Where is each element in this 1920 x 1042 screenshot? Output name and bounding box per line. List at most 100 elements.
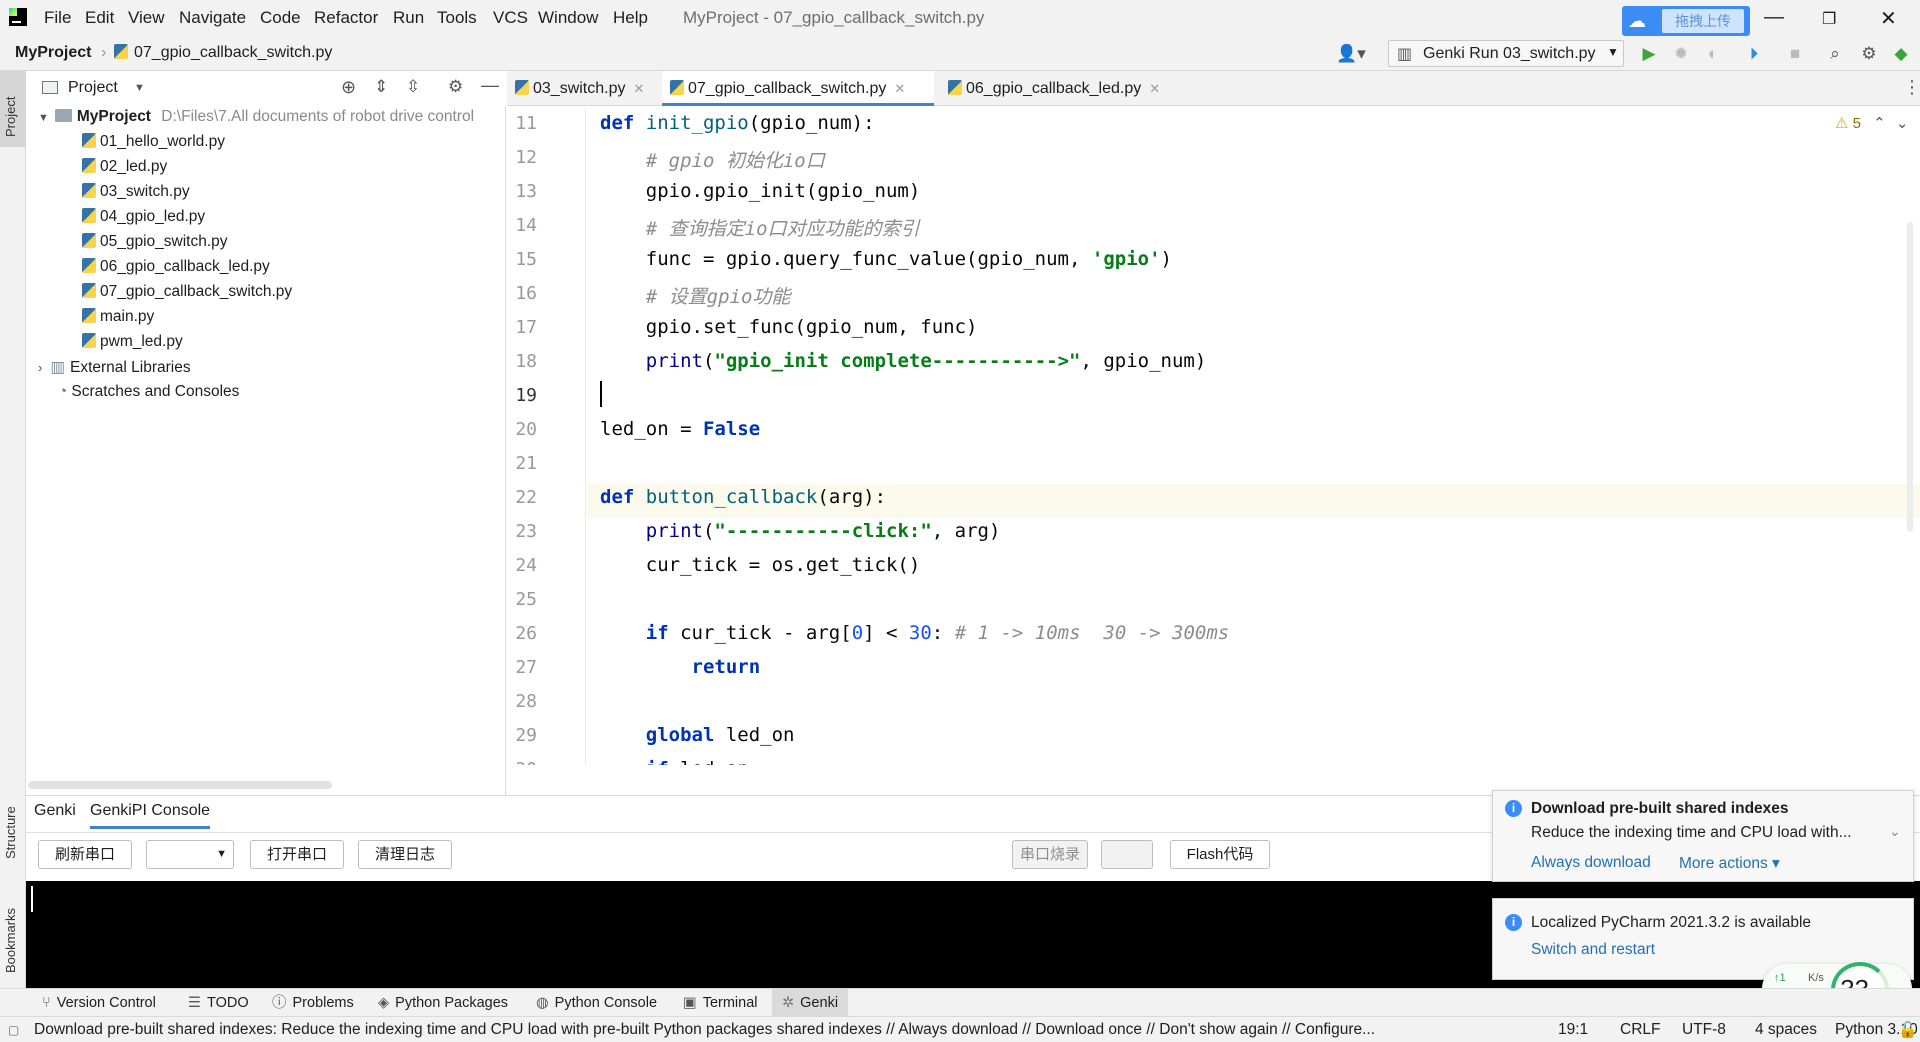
horizontal-scrollbar[interactable] <box>28 781 332 789</box>
vertical-scrollbar[interactable] <box>1907 222 1913 532</box>
more-tabs-icon[interactable]: ⋮ <box>1903 77 1920 98</box>
breadcrumb-project[interactable]: MyProject <box>15 44 91 62</box>
chevron-right-icon: › <box>38 360 43 375</box>
toggle-tool-windows-icon[interactable]: ▢ <box>8 1023 19 1037</box>
indent-setting[interactable]: 4 spaces <box>1755 1021 1817 1039</box>
gear-icon[interactable]: ⚙ <box>448 77 463 97</box>
close-tab-icon[interactable]: ✕ <box>1149 81 1160 96</box>
tree-file[interactable]: 06_gpio_callback_led.py <box>82 258 270 276</box>
flash-code-button[interactable]: Flash代码 <box>1170 840 1270 869</box>
tab-07-gpio-callback-switch[interactable]: 07_gpio_callback_switch.py ✕ <box>662 71 934 106</box>
expand-all-icon[interactable]: ⇕ <box>374 77 388 97</box>
warnings-indicator[interactable]: ⚠ 5 ⌃ ⌄ <box>1835 114 1908 132</box>
chevron-down-icon[interactable]: ▼ <box>134 82 145 94</box>
tool-problems[interactable]: ⓘ Problems <box>272 989 354 1017</box>
profile-icon[interactable]: ⏵ <box>1745 45 1763 63</box>
tree-file[interactable]: 02_led.py <box>82 158 167 176</box>
chevron-down-icon[interactable]: ⌄ <box>1896 115 1909 132</box>
caret-position[interactable]: 19:1 <box>1558 1021 1588 1039</box>
bookmarks-stripe-label[interactable]: Bookmarks <box>3 883 23 973</box>
user-icon[interactable]: 👤▾ <box>1336 45 1366 63</box>
run-config-icon: ▥ <box>1397 46 1413 63</box>
menu-tools[interactable]: Tools <box>437 8 477 28</box>
serial-burn-button[interactable]: 串口烧录 <box>1012 840 1088 869</box>
tree-file[interactable]: 03_switch.py <box>82 183 190 201</box>
breadcrumb-file[interactable]: 07_gpio_callback_switch.py <box>134 44 332 62</box>
upload-label: 拖拽上传 <box>1662 9 1744 33</box>
clear-log-button[interactable]: 清理日志 <box>358 840 452 869</box>
structure-stripe-label[interactable]: Structure <box>3 779 23 859</box>
always-download-link[interactable]: Always download <box>1531 854 1651 872</box>
menu-code[interactable]: Code <box>260 8 301 28</box>
file-encoding[interactable]: UTF-8 <box>1682 1021 1726 1039</box>
close-window-icon[interactable]: ✕ <box>1880 6 1897 31</box>
tab-03-switch[interactable]: 03_switch.py ✕ <box>507 71 657 106</box>
open-serial-button[interactable]: 打开串口 <box>250 840 344 869</box>
collapse-all-icon[interactable]: ⇳ <box>406 77 420 97</box>
line-number: 20 <box>515 419 537 440</box>
menu-window[interactable]: Window <box>538 8 598 28</box>
switch-and-restart-link[interactable]: Switch and restart <box>1531 941 1655 959</box>
serial-port-select[interactable]: ▼ <box>146 840 234 869</box>
line-separator[interactable]: CRLF <box>1620 1021 1660 1039</box>
tool-python-console[interactable]: ◍ Python Console <box>536 989 657 1017</box>
status-message[interactable]: Download pre-built shared indexes: Reduc… <box>34 1021 1464 1039</box>
settings-icon[interactable]: ⚙ <box>1860 45 1878 63</box>
tab-genki[interactable]: Genki <box>34 802 76 820</box>
plugin-icon[interactable]: ◆ <box>1892 45 1910 63</box>
tool-todo[interactable]: ☰ TODO <box>188 989 249 1017</box>
search-icon[interactable]: ⌕ <box>1826 45 1844 63</box>
expand-notification-icon[interactable]: ⌄ <box>1889 823 1901 840</box>
tree-file[interactable]: 05_gpio_switch.py <box>82 233 228 251</box>
stop-icon[interactable]: ■ <box>1786 45 1804 63</box>
tree-file[interactable]: pwm_led.py <box>82 333 183 351</box>
run-configuration-dropdown[interactable]: ▥ Genki Run 03_switch.py ▼ <box>1388 40 1624 67</box>
chevron-up-icon[interactable]: ⌃ <box>1873 115 1886 132</box>
tab-genkipi-console[interactable]: GenkiPI Console <box>90 802 211 829</box>
more-actions-link[interactable]: More actions ▾ <box>1679 854 1780 873</box>
terminal-icon: ▣ <box>683 995 697 1011</box>
lock-icon[interactable]: 🔓 <box>1898 1021 1917 1040</box>
code-line: if cur_tick - arg[0] < 30: # 1 -> 10ms 3… <box>645 622 1230 644</box>
menu-vcs[interactable]: VCS <box>493 8 528 28</box>
project-stripe-label: Project <box>3 96 18 137</box>
upload-button[interactable]: ☁ 拖拽上传 <box>1622 6 1750 36</box>
burn-field[interactable] <box>1101 840 1153 869</box>
menu-refactor[interactable]: Refactor <box>314 8 378 28</box>
menu-view[interactable]: View <box>128 8 165 28</box>
close-tab-icon[interactable]: ✕ <box>894 81 905 96</box>
refresh-serial-button[interactable]: 刷新串口 <box>38 840 132 869</box>
menu-file[interactable]: File <box>44 8 71 28</box>
menu-navigate[interactable]: Navigate <box>179 8 246 28</box>
tool-genki[interactable]: ✲ Genki <box>772 989 849 1017</box>
coverage-icon[interactable]: ◐ <box>1704 45 1722 63</box>
restore-icon[interactable]: ❐ <box>1822 9 1836 29</box>
code-editor[interactable]: 11 12 13 14 15 16 17 18 19 20 21 22 23 24 25 26 27 28 29 30… <box>507 107 1920 765</box>
tool-version-control[interactable]: ⑂ Version Control <box>42 989 156 1017</box>
hide-panel-icon[interactable]: — <box>481 75 499 96</box>
tab-06-gpio-callback-led[interactable]: 06_gpio_callback_led.py ✕ <box>940 71 1170 106</box>
run-icon[interactable]: ▶ <box>1640 45 1658 63</box>
tree-scratches[interactable]: ◔ Scratches and Consoles <box>58 383 239 401</box>
debug-icon[interactable]: ✹ <box>1672 45 1690 63</box>
menu-run[interactable]: Run <box>393 8 424 28</box>
tree-file[interactable]: 04_gpio_led.py <box>82 208 205 226</box>
locate-icon[interactable]: ⊕ <box>341 77 356 98</box>
tree-file[interactable]: 07_gpio_callback_switch.py <box>82 283 292 301</box>
tool-python-packages[interactable]: ◈ Python Packages <box>378 989 508 1017</box>
project-stripe-button[interactable]: Project <box>0 71 26 147</box>
project-panel-title[interactable]: Project <box>68 79 118 97</box>
tool-terminal[interactable]: ▣ Terminal <box>683 989 758 1017</box>
menu-help[interactable]: Help <box>613 8 648 28</box>
tree-file[interactable]: 01_hello_world.py <box>82 133 225 151</box>
code-line: # gpio 初始化io口 <box>600 150 825 172</box>
warning-count: 5 <box>1852 115 1861 132</box>
python-file-icon <box>82 258 96 273</box>
tree-file[interactable]: main.py <box>82 308 154 326</box>
minimize-icon[interactable]: — <box>1764 6 1784 29</box>
tree-external-libraries[interactable]: › ▥ External Libraries <box>38 358 191 377</box>
close-tab-icon[interactable]: ✕ <box>634 81 645 96</box>
menu-edit[interactable]: Edit <box>85 8 114 28</box>
tree-root[interactable]: ▼ MyProject D:\Files\7.All documents of r… <box>38 108 474 126</box>
line-number: 22 <box>515 487 537 508</box>
